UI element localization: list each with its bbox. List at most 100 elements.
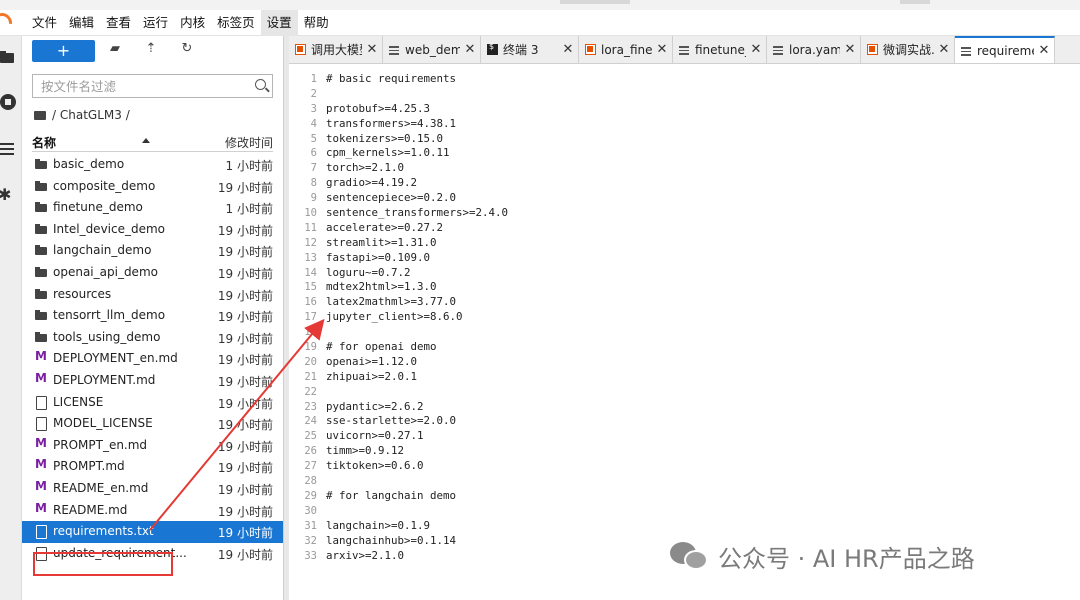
code-line[interactable]: arxiv>=2.1.0 xyxy=(326,549,508,564)
code-line[interactable]: gradio>=4.19.2 xyxy=(326,176,508,191)
line-number: 25 xyxy=(304,430,317,443)
code-line[interactable]: langchain>=0.1.9 xyxy=(326,519,508,534)
close-icon[interactable]: ✕ xyxy=(844,42,856,57)
file-row[interactable]: resources 19 小时前 xyxy=(22,284,283,306)
code-line[interactable]: sse-starlette>=2.0.0 xyxy=(326,414,508,429)
file-modified-time: 19 小时前 xyxy=(217,245,273,260)
running-kernels-icon[interactable] xyxy=(0,94,18,112)
file-row[interactable]: MODEL_LICENSE 19 小时前 xyxy=(22,413,283,435)
code-line[interactable]: # for openai demo xyxy=(326,340,508,355)
close-icon[interactable]: ✕ xyxy=(562,42,574,57)
close-icon[interactable]: ✕ xyxy=(366,42,378,57)
file-name: finetune_demo xyxy=(53,200,143,215)
file-row[interactable]: M PROMPT.md 19 小时前 xyxy=(22,456,283,478)
code-line[interactable]: tokenizers>=0.15.0 xyxy=(326,132,508,147)
file-row[interactable]: M README.md 19 小时前 xyxy=(22,500,283,522)
code-line[interactable]: fastapi>=0.109.0 xyxy=(326,251,508,266)
folder-icon xyxy=(35,288,47,300)
text-editor[interactable]: 1 2 3 4 5 6 7 8 9 10 11 12 13 14 15 16 17 18 19 20 21 22 23 24 2… xyxy=(289,64,1080,600)
code-line[interactable]: mdtex2html>=1.3.0 xyxy=(326,280,508,295)
code-line[interactable]: timm>=0.9.12 xyxy=(326,444,508,459)
file-row[interactable]: Intel_device_demo 19 小时前 xyxy=(22,219,283,241)
code-line[interactable]: loguru~=0.7.2 xyxy=(326,266,508,281)
editor-tab[interactable]: 微调实战.ip ✕ xyxy=(861,36,955,63)
editor-tab[interactable]: lora_finetu ✕ xyxy=(579,36,673,63)
new-folder-icon[interactable]: ▰ xyxy=(108,42,122,56)
file-row[interactable]: requirements.txt 19 小时前 xyxy=(22,521,283,543)
code-line[interactable]: transformers>=4.38.1 xyxy=(326,117,508,132)
editor-tab[interactable]: 调用大模型 ✕ xyxy=(289,36,383,63)
code-line[interactable]: openai>=1.12.0 xyxy=(326,355,508,370)
file-row[interactable]: openai_api_demo 19 小时前 xyxy=(22,262,283,284)
code-line[interactable] xyxy=(326,87,508,102)
upload-icon[interactable]: ⇡ xyxy=(144,42,158,56)
editor-tab[interactable]: lora.yaml ✕ xyxy=(767,36,861,63)
code-content[interactable]: # basic requirements protobuf>=4.25.3 tran… xyxy=(326,72,508,563)
code-line[interactable] xyxy=(326,474,508,489)
code-line[interactable]: latex2mathml>=3.77.0 xyxy=(326,295,508,310)
close-icon[interactable]: ✕ xyxy=(1038,43,1050,58)
file-row[interactable]: M DEPLOYMENT_en.md 19 小时前 xyxy=(22,348,283,370)
menu-item[interactable]: 帮助 xyxy=(298,10,335,36)
home-folder-icon[interactable] xyxy=(34,110,46,120)
editor-tab[interactable]: web_demo ✕ xyxy=(383,36,481,63)
code-line[interactable] xyxy=(326,385,508,400)
folder-icon xyxy=(35,331,47,343)
close-icon[interactable]: ✕ xyxy=(464,42,476,57)
editor-tab[interactable]: finetune_h ✕ xyxy=(673,36,767,63)
code-line[interactable]: sentencepiece>=0.2.0 xyxy=(326,191,508,206)
file-row[interactable]: M DEPLOYMENT.md 19 小时前 xyxy=(22,370,283,392)
file-row[interactable]: langchain_demo 19 小时前 xyxy=(22,240,283,262)
file-row[interactable]: LICENSE 19 小时前 xyxy=(22,392,283,414)
file-row[interactable]: basic_demo 1 小时前 xyxy=(22,154,283,176)
file-row[interactable]: finetune_demo 1 小时前 xyxy=(22,197,283,219)
file-row[interactable]: M README_en.md 19 小时前 xyxy=(22,478,283,500)
column-name-header[interactable]: 名称 xyxy=(32,134,56,151)
close-icon[interactable]: ✕ xyxy=(656,42,668,57)
menu-item[interactable]: 查看 xyxy=(100,10,137,36)
annotation-highlight-box xyxy=(33,552,173,576)
code-line[interactable]: zhipuai>=2.0.1 xyxy=(326,370,508,385)
file-row[interactable]: tools_using_demo 19 小时前 xyxy=(22,327,283,349)
code-line[interactable]: pydantic>=2.6.2 xyxy=(326,400,508,415)
column-modified-header[interactable]: 修改时间 xyxy=(225,134,273,151)
table-of-contents-icon[interactable] xyxy=(0,140,18,158)
menu-item[interactable]: 内核 xyxy=(174,10,211,36)
breadcrumb-path[interactable]: / ChatGLM3 / xyxy=(52,108,130,122)
file-browser-panel: + ▰ ⇡ ↻ / ChatGLM3 / 名称 修改时间 basic_demo 1… xyxy=(22,36,283,600)
close-icon[interactable]: ✕ xyxy=(938,42,950,57)
new-launcher-button[interactable]: + xyxy=(32,40,95,62)
file-row[interactable]: tensorrt_llm_demo 19 小时前 xyxy=(22,305,283,327)
code-line[interactable]: langchainhub>=0.1.14 xyxy=(326,534,508,549)
close-icon[interactable]: ✕ xyxy=(750,42,762,57)
code-line[interactable]: # basic requirements xyxy=(326,72,508,87)
code-line[interactable]: uvicorn>=0.27.1 xyxy=(326,429,508,444)
code-line[interactable] xyxy=(326,325,508,340)
editor-tab[interactable]: 终端 3 ✕ xyxy=(481,36,579,63)
file-name: MODEL_LICENSE xyxy=(53,416,153,431)
editor-tab[interactable]: requiremer ✕ xyxy=(955,36,1055,63)
line-number: 13 xyxy=(304,251,317,264)
file-filter-input[interactable] xyxy=(33,75,243,97)
menu-item[interactable]: 运行 xyxy=(137,10,174,36)
menu-item[interactable]: 标签页 xyxy=(211,10,261,36)
file-row[interactable]: composite_demo 19 小时前 xyxy=(22,176,283,198)
file-browser-icon[interactable] xyxy=(0,48,18,66)
menu-item[interactable]: 编辑 xyxy=(63,10,100,36)
code-line[interactable]: torch>=2.1.0 xyxy=(326,161,508,176)
refresh-icon[interactable]: ↻ xyxy=(180,42,194,56)
code-line[interactable]: jupyter_client>=8.6.0 xyxy=(326,310,508,325)
code-line[interactable]: cpm_kernels>=1.0.11 xyxy=(326,146,508,161)
extensions-icon[interactable]: ✱ xyxy=(0,186,16,204)
code-line[interactable]: streamlit>=1.31.0 xyxy=(326,236,508,251)
menu-item[interactable]: 文件 xyxy=(26,10,63,36)
file-row[interactable]: M PROMPT_en.md 19 小时前 xyxy=(22,435,283,457)
code-line[interactable] xyxy=(326,504,508,519)
line-number: 8 xyxy=(310,177,317,190)
code-line[interactable]: protobuf>=4.25.3 xyxy=(326,102,508,117)
code-line[interactable]: # for langchain demo xyxy=(326,489,508,504)
code-line[interactable]: tiktoken>=0.6.0 xyxy=(326,459,508,474)
code-line[interactable]: accelerate>=0.27.2 xyxy=(326,221,508,236)
menu-item[interactable]: 设置 xyxy=(260,9,298,36)
code-line[interactable]: sentence_transformers>=2.4.0 xyxy=(326,206,508,221)
